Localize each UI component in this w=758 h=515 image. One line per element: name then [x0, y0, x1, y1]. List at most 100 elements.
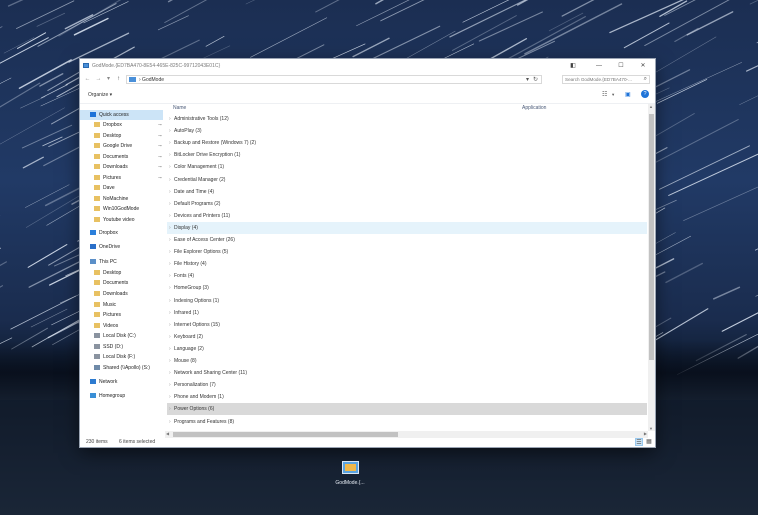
horizontal-scrollbar[interactable]: ◀ ▶ [165, 431, 648, 438]
sidebar-item[interactable]: Documents ⊸ [94, 152, 162, 162]
sidebar-item[interactable]: SSD (D:) [94, 342, 123, 352]
horizontal-scroll-thumb[interactable] [173, 432, 398, 437]
group-header-row[interactable]: › BitLocker Drive Encryption (1) [167, 149, 647, 161]
organize-button[interactable]: Organize ▾ [88, 92, 112, 98]
chevron-right-icon[interactable]: › [169, 367, 171, 379]
sidebar-item[interactable]: Dropbox ⊸ [94, 120, 162, 130]
sidebar-item[interactable]: Videos [94, 321, 118, 331]
chevron-right-icon[interactable]: › [169, 174, 171, 186]
sidebar-item[interactable]: Music [94, 300, 116, 310]
group-header-row[interactable]: › Credential Manager (2) [167, 174, 647, 186]
sidebar-item[interactable]: Desktop [94, 268, 121, 278]
sidebar-item[interactable]: Win10GodMode [94, 204, 139, 214]
column-header-application[interactable]: Application [522, 105, 546, 111]
chevron-right-icon[interactable]: › [169, 307, 171, 319]
sidebar-item[interactable]: Desktop ⊸ [94, 131, 162, 141]
chevron-right-icon[interactable]: › [169, 137, 171, 149]
chevron-right-icon[interactable]: › [169, 416, 171, 428]
group-header-row[interactable]: › Display (4) [167, 221, 647, 234]
chevron-right-icon[interactable]: › [169, 246, 171, 258]
address-bar[interactable]: › GodMode ▾ ↻ [126, 75, 542, 84]
group-header-row[interactable]: › Keyboard (2) [167, 331, 647, 343]
group-header-row[interactable]: › File History (4) [167, 258, 647, 270]
sidebar-item[interactable]: Homegroup [90, 391, 125, 401]
large-icons-view-button[interactable]: ▦ [645, 438, 653, 446]
sidebar-item[interactable]: Downloads ⊸ [94, 162, 162, 172]
back-button[interactable]: ← [83, 75, 92, 84]
pin-icon[interactable]: ◧ [564, 61, 582, 71]
chevron-right-icon[interactable]: › [169, 113, 171, 125]
pin-icon[interactable]: ⊸ [158, 141, 162, 151]
sidebar-item[interactable]: NoMachine [94, 194, 128, 204]
chevron-right-icon[interactable]: › [169, 210, 171, 222]
chevron-right-icon[interactable]: › [169, 258, 171, 270]
group-header-row[interactable]: › Backup and Restore (Windows 7) (2) [167, 137, 647, 149]
chevron-right-icon[interactable]: › [169, 198, 171, 210]
recent-locations-button[interactable]: ▾ [104, 75, 113, 84]
pin-icon[interactable]: ⊸ [158, 162, 162, 172]
chevron-right-icon[interactable]: › [169, 379, 171, 391]
sidebar-item[interactable]: Google Drive ⊸ [94, 141, 162, 151]
preview-pane-icon[interactable]: ▣ [625, 91, 631, 98]
pin-icon[interactable]: ⊸ [158, 120, 162, 130]
view-dropdown-icon[interactable]: ▾ [612, 92, 614, 98]
vertical-scrollbar[interactable]: ▲ ▼ [648, 104, 655, 431]
sidebar-item[interactable]: This PC [90, 257, 117, 267]
sidebar-item[interactable]: Local Disk (C:) [94, 331, 136, 341]
group-header-row[interactable]: › Phone and Modem (1) [167, 391, 647, 403]
sidebar-item[interactable]: Dropbox [90, 228, 118, 238]
scroll-up-icon[interactable]: ▲ [649, 104, 653, 109]
group-header-row[interactable]: › Indexing Options (1) [167, 295, 647, 307]
sidebar-item[interactable]: Pictures ⊸ [94, 173, 162, 183]
search-input[interactable]: Search GodMode.{ED7BA470-... ⌕ [562, 75, 650, 84]
desktop-shortcut-godmode[interactable]: GodMode.{... [330, 458, 370, 492]
group-header-row[interactable]: › Mouse (8) [167, 355, 647, 367]
forward-button[interactable]: → [94, 75, 103, 84]
group-header-row[interactable]: › Internet Options (15) [167, 319, 647, 331]
search-icon[interactable]: ⌕ [644, 76, 647, 83]
vertical-scroll-thumb[interactable] [649, 114, 654, 360]
sidebar-item[interactable]: Documents [94, 278, 128, 288]
pin-icon[interactable]: ⊸ [158, 173, 162, 183]
chevron-right-icon[interactable]: › [169, 270, 171, 282]
column-header-name[interactable]: Name [173, 105, 186, 111]
group-header-row[interactable]: › Language (2) [167, 343, 647, 355]
chevron-right-icon[interactable]: › [169, 391, 171, 403]
sidebar-item[interactable]: Pictures [94, 310, 121, 320]
change-view-icon[interactable]: ☷ [602, 91, 607, 98]
chevron-right-icon[interactable]: › [169, 331, 171, 343]
up-button[interactable]: ↑ [114, 75, 123, 84]
group-header-row[interactable]: › Color Management (1) [167, 161, 647, 173]
help-button[interactable]: ? [641, 90, 649, 98]
scroll-right-icon[interactable]: ▶ [644, 431, 647, 436]
group-header-row[interactable]: › Infrared (1) [167, 307, 647, 319]
group-header-row[interactable]: › AutoPlay (3) [167, 125, 647, 137]
sidebar-item[interactable]: Shared (\\Apollo) (S:) [94, 363, 150, 373]
group-header-row[interactable]: › Power Options (6) [167, 403, 647, 416]
chevron-right-icon[interactable]: › [169, 343, 171, 355]
minimize-button[interactable]: — [590, 61, 608, 71]
chevron-right-icon[interactable]: › [169, 186, 171, 198]
group-header-row[interactable]: › Programs and Features (8) [167, 416, 647, 428]
group-header-row[interactable]: › HomeGroup (3) [167, 282, 647, 294]
pin-icon[interactable]: ⊸ [158, 131, 162, 141]
sidebar-item[interactable]: Quick access [90, 110, 129, 120]
group-header-row[interactable]: › Default Programs (2) [167, 198, 647, 210]
details-view-button[interactable]: ☰ [635, 438, 643, 446]
sidebar-item[interactable]: OneDrive [90, 242, 120, 252]
sidebar-item[interactable]: Local Disk (F:) [94, 352, 135, 362]
title-bar[interactable]: GodMode.{ED7BA470-8E54-465E-825C-9971204… [80, 59, 655, 73]
refresh-button[interactable]: ↻ [533, 76, 538, 83]
sidebar-item[interactable]: Downloads [94, 289, 128, 299]
sidebar-item[interactable]: Youtube video [94, 215, 135, 225]
chevron-right-icon[interactable]: › [169, 355, 171, 367]
sidebar-item[interactable]: Network [90, 377, 117, 387]
chevron-right-icon[interactable]: › [169, 295, 171, 307]
chevron-right-icon[interactable]: › [169, 234, 171, 246]
chevron-right-icon[interactable]: › [169, 319, 171, 331]
pin-icon[interactable]: ⊸ [158, 152, 162, 162]
group-header-row[interactable]: › Fonts (4) [167, 270, 647, 282]
chevron-right-icon[interactable]: › [169, 125, 171, 137]
group-header-row[interactable]: › Ease of Access Center (26) [167, 234, 647, 246]
group-header-row[interactable]: › Administrative Tools (12) [167, 113, 647, 125]
